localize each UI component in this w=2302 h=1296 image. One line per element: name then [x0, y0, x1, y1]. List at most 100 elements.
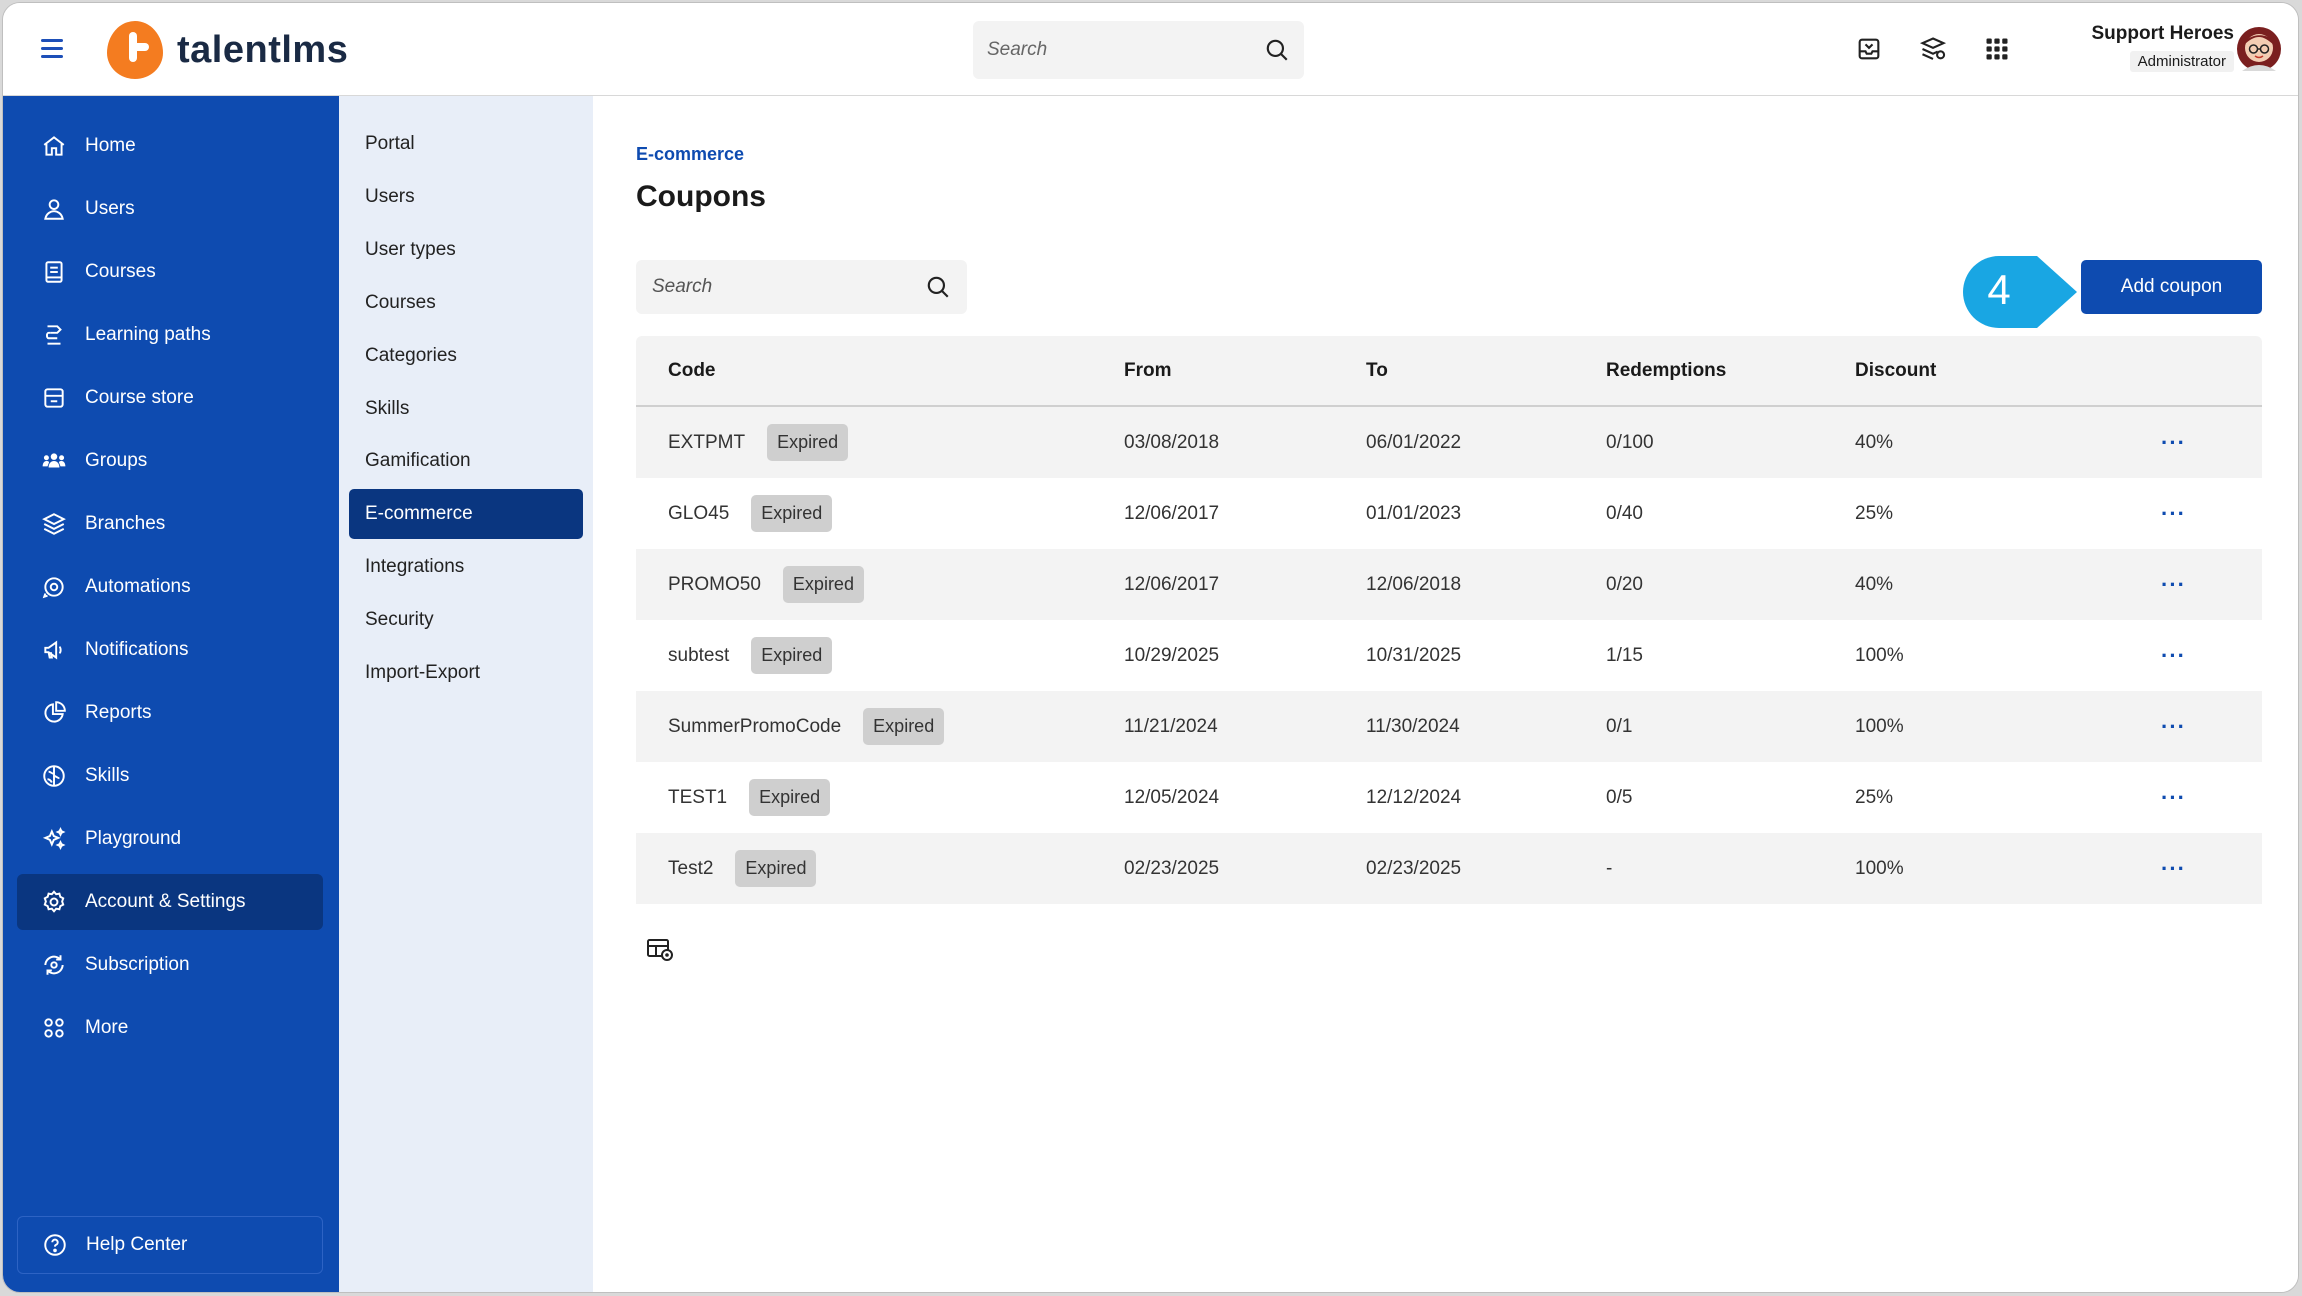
sidebar-item-users[interactable]: Users	[17, 181, 323, 237]
sidebar-item-label: Users	[85, 198, 135, 219]
more-actions-icon[interactable]: ···	[2155, 785, 2192, 811]
table-row[interactable]: SummerPromoCode Expired 11/21/2024 11/30/…	[636, 691, 2262, 762]
search-icon[interactable]	[925, 274, 951, 300]
subnav-item-user-types[interactable]: User types	[349, 225, 583, 275]
subscription-icon	[44, 955, 64, 975]
cell-code: Test2 Expired	[636, 850, 1124, 887]
cell-discount: 40%	[1855, 431, 1894, 453]
cell-code: PROMO50 Expired	[636, 566, 1124, 603]
subnav-item-users[interactable]: Users	[349, 172, 583, 222]
more-actions-icon[interactable]: ···	[2155, 501, 2192, 527]
cell-actions: ···	[2155, 501, 2262, 527]
column-header-discount[interactable]: Discount	[1855, 360, 2155, 382]
settings-subnav: Portal Users User types Courses Categori…	[339, 96, 593, 1292]
more-actions-icon[interactable]: ···	[2155, 572, 2192, 598]
cell-from: 11/21/2024	[1124, 715, 1218, 737]
subnav-item-skills[interactable]: Skills	[349, 384, 583, 434]
sidebar-item-courses[interactable]: Courses	[17, 244, 323, 300]
cell-to: 11/30/2024	[1366, 715, 1460, 737]
sidebar-item-learning-paths[interactable]: Learning paths	[17, 307, 323, 363]
breadcrumb[interactable]: E-commerce	[636, 144, 744, 165]
cell-actions: ···	[2155, 714, 2262, 740]
cell-from: 02/23/2025	[1124, 857, 1220, 879]
help-center-button[interactable]: Help Center	[17, 1216, 323, 1274]
coupon-code[interactable]: GLO45	[668, 503, 729, 525]
coupon-code[interactable]: SummerPromoCode	[668, 716, 841, 738]
subnav-item-security[interactable]: Security	[349, 595, 583, 645]
cell-discount: 25%	[1855, 786, 1894, 808]
coupon-code[interactable]: TEST1	[668, 787, 727, 809]
sidebar-item-label: Learning paths	[85, 324, 211, 345]
avatar[interactable]	[2234, 21, 2284, 75]
cell-redemptions: 0/5	[1606, 786, 1633, 808]
subnav-item-courses[interactable]: Courses	[349, 278, 583, 328]
status-badge: Expired	[863, 708, 945, 745]
table-row[interactable]: EXTPMT Expired 03/08/2018 06/01/2022 0/10…	[636, 407, 2262, 478]
coupon-code[interactable]: PROMO50	[668, 574, 761, 596]
coupons-table: Code From To Redemptions Discount EXTPMT…	[636, 336, 2262, 904]
sidebar-item-automations[interactable]: Automations	[17, 559, 323, 615]
coupon-search-input[interactable]	[652, 276, 925, 298]
more-actions-icon[interactable]: ···	[2155, 643, 2192, 669]
cell-code: GLO45 Expired	[636, 495, 1124, 532]
sidebar-item-label: Subscription	[85, 954, 190, 975]
user-role: Administrator	[2129, 51, 2234, 72]
cell-redemptions: 0/100	[1606, 431, 1654, 453]
inbox-icon[interactable]	[1855, 35, 1883, 63]
sidebar-item-account-settings[interactable]: Account & Settings	[17, 874, 323, 930]
logo-text: talentlms	[177, 28, 349, 71]
global-search-input[interactable]	[987, 39, 1264, 61]
user-menu[interactable]: Support Heroes Administrator	[2091, 23, 2234, 72]
add-coupon-button[interactable]: Add coupon	[2081, 260, 2262, 314]
coupon-code[interactable]: EXTPMT	[668, 432, 745, 454]
cell-actions: ···	[2155, 572, 2262, 598]
table-row[interactable]: subtest Expired 10/29/2025 10/31/2025 1/1…	[636, 620, 2262, 691]
sidebar-item-home[interactable]: Home	[17, 118, 323, 174]
table-row[interactable]: PROMO50 Expired 12/06/2017 12/06/2018 0/2…	[636, 549, 2262, 620]
sidebar-item-reports[interactable]: Reports	[17, 685, 323, 741]
column-header-to[interactable]: To	[1366, 360, 1606, 382]
sidebar-item-course-store[interactable]: Course store	[17, 370, 323, 426]
table-row[interactable]: Test2 Expired 02/23/2025 02/23/2025 - 100…	[636, 833, 2262, 904]
subnav-item-gamification[interactable]: Gamification	[349, 436, 583, 486]
cell-to: 10/31/2025	[1366, 644, 1462, 666]
sidebar-item-playground[interactable]: Playground	[17, 811, 323, 867]
status-badge: Expired	[751, 637, 833, 674]
logo[interactable]: talentlms	[107, 21, 348, 79]
menu-icon[interactable]	[41, 39, 63, 59]
cell-to: 01/01/2023	[1366, 502, 1462, 524]
cell-discount: 40%	[1855, 573, 1894, 595]
subnav-item-categories[interactable]: Categories	[349, 331, 583, 381]
cell-to: 06/01/2022	[1366, 431, 1462, 453]
cell-redemptions: 0/20	[1606, 573, 1643, 595]
table-settings-icon[interactable]	[646, 938, 674, 962]
subnav-item-integrations[interactable]: Integrations	[349, 542, 583, 592]
search-icon[interactable]	[1264, 37, 1290, 63]
more-actions-icon[interactable]: ···	[2155, 430, 2192, 456]
coupon-code[interactable]: Test2	[668, 858, 713, 880]
more-actions-icon[interactable]: ···	[2155, 856, 2192, 882]
column-header-code[interactable]: Code	[636, 360, 1124, 382]
subnav-item-import-export[interactable]: Import-Export	[349, 648, 583, 698]
table-row[interactable]: GLO45 Expired 12/06/2017 01/01/2023 0/40 …	[636, 478, 2262, 549]
apps-grid-icon[interactable]	[1983, 35, 2011, 63]
cell-redemptions: 1/15	[1606, 644, 1643, 666]
sidebar-item-branches[interactable]: Branches	[17, 496, 323, 552]
more-actions-icon[interactable]: ···	[2155, 714, 2192, 740]
sidebar-item-more[interactable]: More	[17, 1000, 323, 1056]
grid-icon	[44, 1018, 64, 1038]
column-header-from[interactable]: From	[1124, 360, 1366, 382]
sidebar-item-groups[interactable]: Groups	[17, 433, 323, 489]
column-header-redemptions[interactable]: Redemptions	[1606, 360, 1855, 382]
cell-code: TEST1 Expired	[636, 779, 1124, 816]
sidebar-item-skills[interactable]: Skills	[17, 748, 323, 804]
branches-switch-icon[interactable]	[1919, 35, 1947, 63]
subnav-item-portal[interactable]: Portal	[349, 119, 583, 169]
cell-from: 12/05/2024	[1124, 786, 1220, 808]
table-row[interactable]: TEST1 Expired 12/05/2024 12/12/2024 0/5 2…	[636, 762, 2262, 833]
subnav-item-e-commerce[interactable]: E-commerce	[349, 489, 583, 539]
sidebar-item-subscription[interactable]: Subscription	[17, 937, 323, 993]
coupon-code[interactable]: subtest	[668, 645, 729, 667]
sidebar-item-notifications[interactable]: Notifications	[17, 622, 323, 678]
app-window: talentlms Support Heroes Administrator	[2, 2, 2299, 1293]
